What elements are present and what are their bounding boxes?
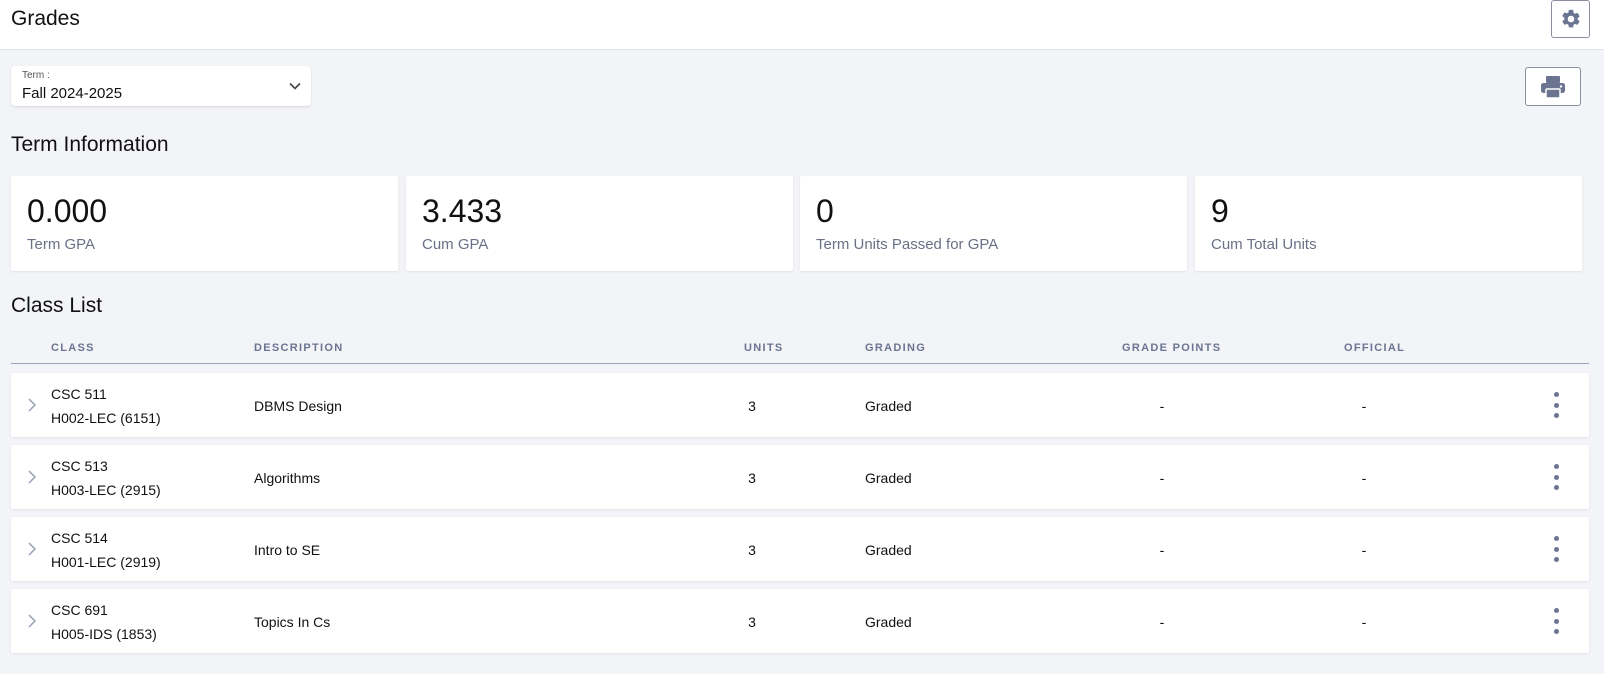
class-units: 3 (748, 614, 756, 630)
chevron-right-icon[interactable] (26, 613, 38, 629)
class-grading: Graded (865, 398, 912, 414)
cum-total-units-card: 9 Cum Total Units (1195, 176, 1582, 271)
class-code: CSC 511 (51, 386, 107, 402)
class-official-grade: - (1361, 470, 1367, 486)
printer-icon (1541, 75, 1565, 99)
class-official-grade: - (1361, 614, 1367, 630)
cum-gpa-card: 3.433 Cum GPA (406, 176, 793, 271)
settings-button[interactable] (1551, 0, 1590, 38)
table-row[interactable]: CSC 513 H003-LEC (2915) Algorithms 3 Gra… (11, 445, 1589, 509)
term-units-card: 0 Term Units Passed for GPA (800, 176, 1187, 271)
table-row[interactable]: CSC 514 H001-LEC (2919) Intro to SE 3 Gr… (11, 517, 1589, 581)
term-label: Term : (22, 70, 50, 81)
chevron-down-icon (289, 82, 301, 90)
card-label: Cum Total Units (1211, 236, 1317, 253)
card-label: Cum GPA (422, 236, 489, 253)
class-grade-points: - (1159, 398, 1165, 414)
class-grading: Graded (865, 542, 912, 558)
column-header-grade-points: GRADE POINTS (1122, 342, 1222, 354)
chevron-right-icon[interactable] (26, 397, 38, 413)
class-list-heading: Class List (11, 294, 103, 317)
class-table-header: CLASS DESCRIPTION UNITS GRADING GRADE PO… (11, 332, 1589, 364)
print-button[interactable] (1525, 67, 1581, 106)
card-label: Term Units Passed for GPA (816, 236, 999, 253)
table-row[interactable]: CSC 511 H002-LEC (6151) DBMS Design 3 Gr… (11, 373, 1589, 437)
class-official-grade: - (1361, 542, 1367, 558)
top-bar: Grades (0, 0, 1604, 50)
kebab-menu-icon[interactable] (1549, 391, 1563, 419)
gear-icon (1561, 9, 1580, 28)
class-section: H002-LEC (6151) (51, 410, 161, 426)
term-gpa-card: 0.000 Term GPA (11, 176, 398, 271)
table-row[interactable]: CSC 691 H005-IDS (1853) Topics In Cs 3 G… (11, 589, 1589, 653)
column-header-class: CLASS (51, 342, 95, 354)
class-code: CSC 514 (51, 530, 108, 546)
class-code: CSC 691 (51, 602, 108, 618)
kebab-menu-icon[interactable] (1549, 607, 1563, 635)
card-label: Term GPA (27, 236, 96, 253)
term-value: Fall 2024-2025 (22, 85, 123, 102)
chevron-right-icon[interactable] (26, 469, 38, 485)
class-description: Intro to SE (254, 542, 321, 558)
kebab-menu-icon[interactable] (1549, 535, 1563, 563)
column-header-units: UNITS (744, 342, 784, 354)
term-information-heading: Term Information (11, 133, 169, 156)
class-grading: Graded (865, 614, 912, 630)
class-description: Topics In Cs (254, 614, 331, 630)
kebab-menu-icon[interactable] (1549, 463, 1563, 491)
class-grade-points: - (1159, 542, 1165, 558)
class-units: 3 (748, 398, 756, 414)
card-value: 0 (816, 193, 834, 229)
class-units: 3 (748, 542, 756, 558)
card-value: 3.433 (422, 193, 503, 229)
column-header-official: OFFICIAL (1344, 342, 1406, 354)
class-grade-points: - (1159, 470, 1165, 486)
class-section: H005-IDS (1853) (51, 626, 157, 642)
class-code: CSC 513 (51, 458, 108, 474)
card-value: 9 (1211, 193, 1229, 229)
card-value: 0.000 (27, 193, 108, 229)
chevron-right-icon[interactable] (26, 541, 38, 557)
class-section: H001-LEC (2919) (51, 554, 161, 570)
class-grading: Graded (865, 470, 912, 486)
class-units: 3 (748, 470, 756, 486)
class-official-grade: - (1361, 398, 1367, 414)
class-section: H003-LEC (2915) (51, 482, 161, 498)
class-grade-points: - (1159, 614, 1165, 630)
term-dropdown[interactable]: Term : Fall 2024-2025 (11, 66, 311, 106)
class-description: DBMS Design (254, 398, 342, 414)
page-title: Grades (11, 7, 80, 30)
column-header-grading: GRADING (865, 342, 927, 354)
class-description: Algorithms (254, 470, 321, 486)
column-header-description: DESCRIPTION (254, 342, 344, 354)
